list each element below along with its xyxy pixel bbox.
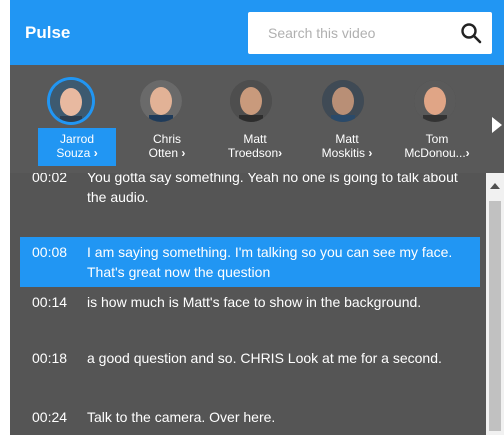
- speaker-matt-troedson[interactable]: Matt Troedson›: [210, 65, 300, 173]
- chevron-right-icon: ›: [278, 146, 283, 160]
- pulse-panel: Pulse Jarrod Souza › Chris O: [10, 0, 504, 435]
- speaker-name: Matt Moskitis ›: [321, 132, 373, 160]
- speaker-jarrod-souza[interactable]: Jarrod Souza ›: [32, 65, 122, 173]
- chevron-right-icon: ›: [465, 146, 470, 160]
- avatar: [414, 80, 456, 122]
- speaker-tom-mcdonough[interactable]: Tom McDonou...›: [392, 65, 482, 173]
- transcript-row[interactable]: 00:24 Talk to the camera. Over here.: [20, 407, 480, 429]
- chevron-right-icon: ›: [368, 146, 373, 160]
- avatar: [322, 80, 364, 122]
- speaker-matt-moskitis[interactable]: Matt Moskitis ›: [300, 65, 390, 173]
- avatar: [140, 80, 182, 122]
- speaker-strip: Jarrod Souza › Chris Otten › Matt Troeds…: [10, 65, 504, 173]
- brand-title: Pulse: [25, 23, 71, 42]
- speaker-name: Matt Troedson›: [227, 132, 283, 160]
- scroll-thumb[interactable]: [489, 201, 501, 431]
- speaker-name: Jarrod Souza ›: [38, 128, 116, 166]
- transcript-row[interactable]: 00:02 You gotta say something. Yeah no o…: [20, 173, 480, 209]
- speaker-chris-otten[interactable]: Chris Otten ›: [122, 65, 212, 173]
- chevron-right-icon: ›: [93, 146, 98, 160]
- transcript-row[interactable]: 00:18 a good question and so. CHRIS Look…: [20, 348, 480, 390]
- scrollbar[interactable]: [486, 173, 504, 435]
- transcript-row[interactable]: 00:14 is how much is Matt's face to show…: [20, 292, 480, 334]
- search-box: [248, 12, 492, 54]
- transcript-row-active[interactable]: 00:08 I am saying something. I'm talking…: [20, 237, 480, 287]
- chevron-right-icon: ›: [181, 146, 186, 160]
- speaker-name: Tom McDonou...›: [404, 132, 470, 160]
- search-icon[interactable]: [460, 22, 482, 44]
- scroll-up-arrow-icon[interactable]: [490, 183, 500, 189]
- transcript-list: 00:02 You gotta say something. Yeah no o…: [10, 173, 504, 435]
- avatar: [230, 80, 272, 122]
- header-bar: Pulse: [10, 0, 504, 65]
- speaker-name: Chris Otten ›: [148, 132, 186, 160]
- search-input[interactable]: [248, 12, 448, 54]
- next-speakers-arrow-icon[interactable]: [492, 117, 502, 133]
- avatar: [50, 80, 92, 122]
